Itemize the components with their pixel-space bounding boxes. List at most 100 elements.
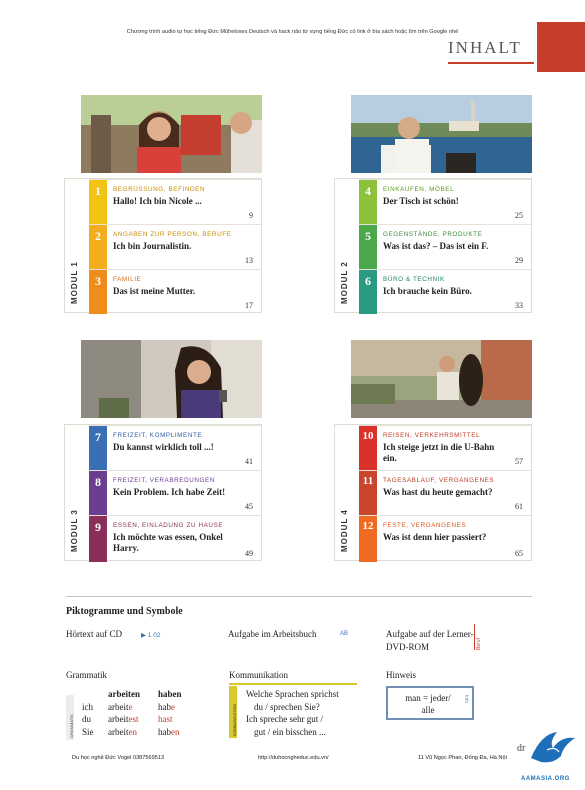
lesson-title: Ich bin Journalistin. — [113, 241, 192, 251]
lesson-row[interactable]: 12 Feste, Vergangenes Was ist denn hier … — [359, 515, 531, 562]
module-2-box: MODUL 2 4 Einkaufen, Möbel Der Tisch ist… — [334, 178, 532, 314]
hinweis-text: man = jeder/ alle — [405, 693, 451, 715]
lesson-title: Ich möchte was essen, Onkel Harry. — [113, 532, 223, 553]
lesson-row[interactable]: 5 Gegenstände, Produkte Was ist das? – D… — [359, 224, 531, 269]
page-title: INHALT — [448, 38, 522, 57]
komm-line: gut / ein bisschen ... — [254, 726, 326, 737]
module-3-box: MODUL 3 7 Freizeit, Komplimente Du kanns… — [64, 424, 262, 562]
lesson-topic: Freizeit, Komplimente — [113, 432, 203, 439]
section-rule — [66, 596, 532, 597]
lesson-topic: Freizeit, Verabredungen — [113, 477, 215, 484]
bird-logo — [527, 728, 579, 770]
lesson-page: 61 — [515, 502, 523, 511]
title-rule — [448, 62, 534, 64]
lesson-topic: Büro & Technik — [383, 276, 445, 283]
module-label: MODUL 4 — [340, 509, 349, 552]
symbols-heading: Piktogramme und Symbole — [66, 606, 183, 617]
lesson-title: Du kannst wirklich toll ...! — [113, 442, 214, 452]
lesson-number: 9 — [89, 516, 107, 562]
lesson-number: 11 — [359, 471, 377, 515]
lesson-title: Ich steige jetzt in die U-Bahn ein. — [383, 442, 495, 463]
kommunikation-tab-label: KOMMUNIKATION — [233, 703, 237, 736]
lesson-topic: Gegenstände, Produkte — [383, 231, 483, 238]
lesson-row[interactable]: 2 Angaben zur Person, Berufe Ich bin Jou… — [89, 224, 261, 269]
module-4-box: MODUL 4 10 Reisen, Verkehrsmittel Ich st… — [334, 424, 532, 562]
lesson-row[interactable]: 9 Essen, Einladung zu Hause Ich möchte w… — [89, 515, 261, 562]
lesson-number: 3 — [89, 270, 107, 314]
lesson-title: Ich brauche kein Büro. — [383, 286, 472, 296]
hoertext-label: Hörtext auf CD — [66, 629, 122, 639]
kommunikation-tab: KOMMUNIKATION — [229, 686, 237, 738]
lesson-page: 33 — [515, 301, 523, 310]
lesson-number: 10 — [359, 426, 377, 470]
module-label: MODUL 3 — [70, 509, 79, 552]
lesson-row[interactable]: 11 Tagesablauf, Vergangenes Was hast du … — [359, 470, 531, 515]
lesson-topic: Begrüssung, Befinden — [113, 186, 206, 193]
cd-track-icon: ▶ 1 02 — [141, 632, 161, 639]
dvd-label: Aufgabe auf der Lerner-DVD-ROM — [386, 629, 474, 652]
lesson-number: 1 — [89, 180, 107, 224]
lesson-page: 49 — [245, 549, 253, 558]
lesson-number: 5 — [359, 225, 377, 269]
lesson-topic: Feste, Vergangenes — [383, 522, 467, 529]
title-tab — [537, 22, 585, 72]
kommunikation-example: Welche Sprachen sprichst du / sprechen S… — [246, 688, 339, 738]
grammar-cell: haben — [158, 726, 180, 737]
lesson-topic: Familie — [113, 276, 142, 283]
arbeitsbuch-label: Aufgabe im Arbeitsbuch — [228, 629, 317, 639]
module-label: MODUL 1 — [70, 261, 79, 304]
kommunikation-rule — [229, 683, 357, 685]
footer-right: 11 Vũ Ngọc Phan, Đống Đa, Hà Nội — [418, 755, 507, 761]
lesson-title: Das ist meine Mutter. — [113, 286, 196, 296]
dvd-tag-text: Beruf — [476, 638, 482, 650]
lesson-topic: Reisen, Verkehrsmittel — [383, 432, 481, 439]
lesson-row[interactable]: 10 Reisen, Verkehrsmittel Ich steige jet… — [359, 425, 531, 470]
lesson-row[interactable]: 1 Begrüssung, Befinden Hallo! Ich bin Ni… — [89, 179, 261, 224]
lesson-page: 17 — [245, 301, 253, 310]
grammatik-tab: GRAMMATIK — [66, 695, 74, 740]
module-label: MODUL 2 — [340, 261, 349, 304]
lesson-row[interactable]: 7 Freizeit, Komplimente Du kannst wirkli… — [89, 425, 261, 470]
lesson-page: 41 — [245, 457, 253, 466]
dvd-tag-icon: Beruf — [474, 624, 482, 650]
lesson-title: Was ist das? – Das ist ein F. — [383, 241, 489, 251]
top-notice: Chương trình audio tự học tiếng Đức Mûhe… — [126, 29, 459, 35]
lesson-page: 29 — [515, 256, 523, 265]
lesson-number: 12 — [359, 516, 377, 562]
lesson-title: Hallo! Ich bin Nicole ... — [113, 196, 202, 206]
lesson-page: 65 — [515, 549, 523, 558]
lesson-row[interactable]: 4 Einkaufen, Möbel Der Tisch ist schön! … — [359, 179, 531, 224]
logo-text: AAMASIA.ORG — [521, 776, 570, 782]
grammar-cell: arbeitest — [108, 714, 139, 724]
lesson-title: Was ist denn hier passiert? — [383, 532, 487, 542]
lesson-page: 57 — [515, 457, 523, 466]
footer-left: Du học nghề Đức Vogel 0387569513 — [72, 755, 165, 761]
grammatik-tab-label: GRAMMATIK — [69, 714, 74, 738]
lesson-number: 4 — [359, 180, 377, 224]
kommunikation-heading: Kommunikation — [229, 670, 288, 680]
grammar-cell: Sie — [82, 726, 94, 737]
module-4-photo — [351, 340, 532, 418]
komm-line: du / sprechen Sie? — [254, 701, 320, 712]
footer-link[interactable]: http://duhocngheduc.edu.vn/ — [258, 755, 329, 761]
lesson-title: Kein Problem. Ich habe Zeit! — [113, 487, 226, 497]
lesson-number: 8 — [89, 471, 107, 515]
lesson-title: Was hast du heute gemacht? — [383, 487, 493, 497]
grammar-cell: du — [82, 714, 91, 724]
grammar-cell: haben — [158, 689, 182, 699]
lesson-page: 25 — [515, 211, 523, 220]
komm-line: Ich spreche sehr gut / — [246, 714, 323, 724]
lesson-number: 7 — [89, 426, 107, 470]
grammar-cell: arbeite — [108, 701, 133, 712]
lesson-page: 9 — [249, 211, 253, 220]
lesson-row[interactable]: 3 Familie Das ist meine Mutter. 17 — [89, 269, 261, 314]
module-2-photo — [351, 95, 532, 173]
lesson-page: 13 — [245, 256, 253, 265]
lesson-topic: Tagesablauf, Vergangenes — [383, 477, 495, 484]
grammar-cell: habe — [158, 701, 175, 712]
lesson-row[interactable]: 8 Freizeit, Verabredungen Kein Problem. … — [89, 470, 261, 515]
lesson-row[interactable]: 6 Büro & Technik Ich brauche kein Büro. … — [359, 269, 531, 314]
lesson-topic: Essen, Einladung zu Hause — [113, 522, 224, 529]
lesson-page: 45 — [245, 502, 253, 511]
lesson-number: 6 — [359, 270, 377, 314]
